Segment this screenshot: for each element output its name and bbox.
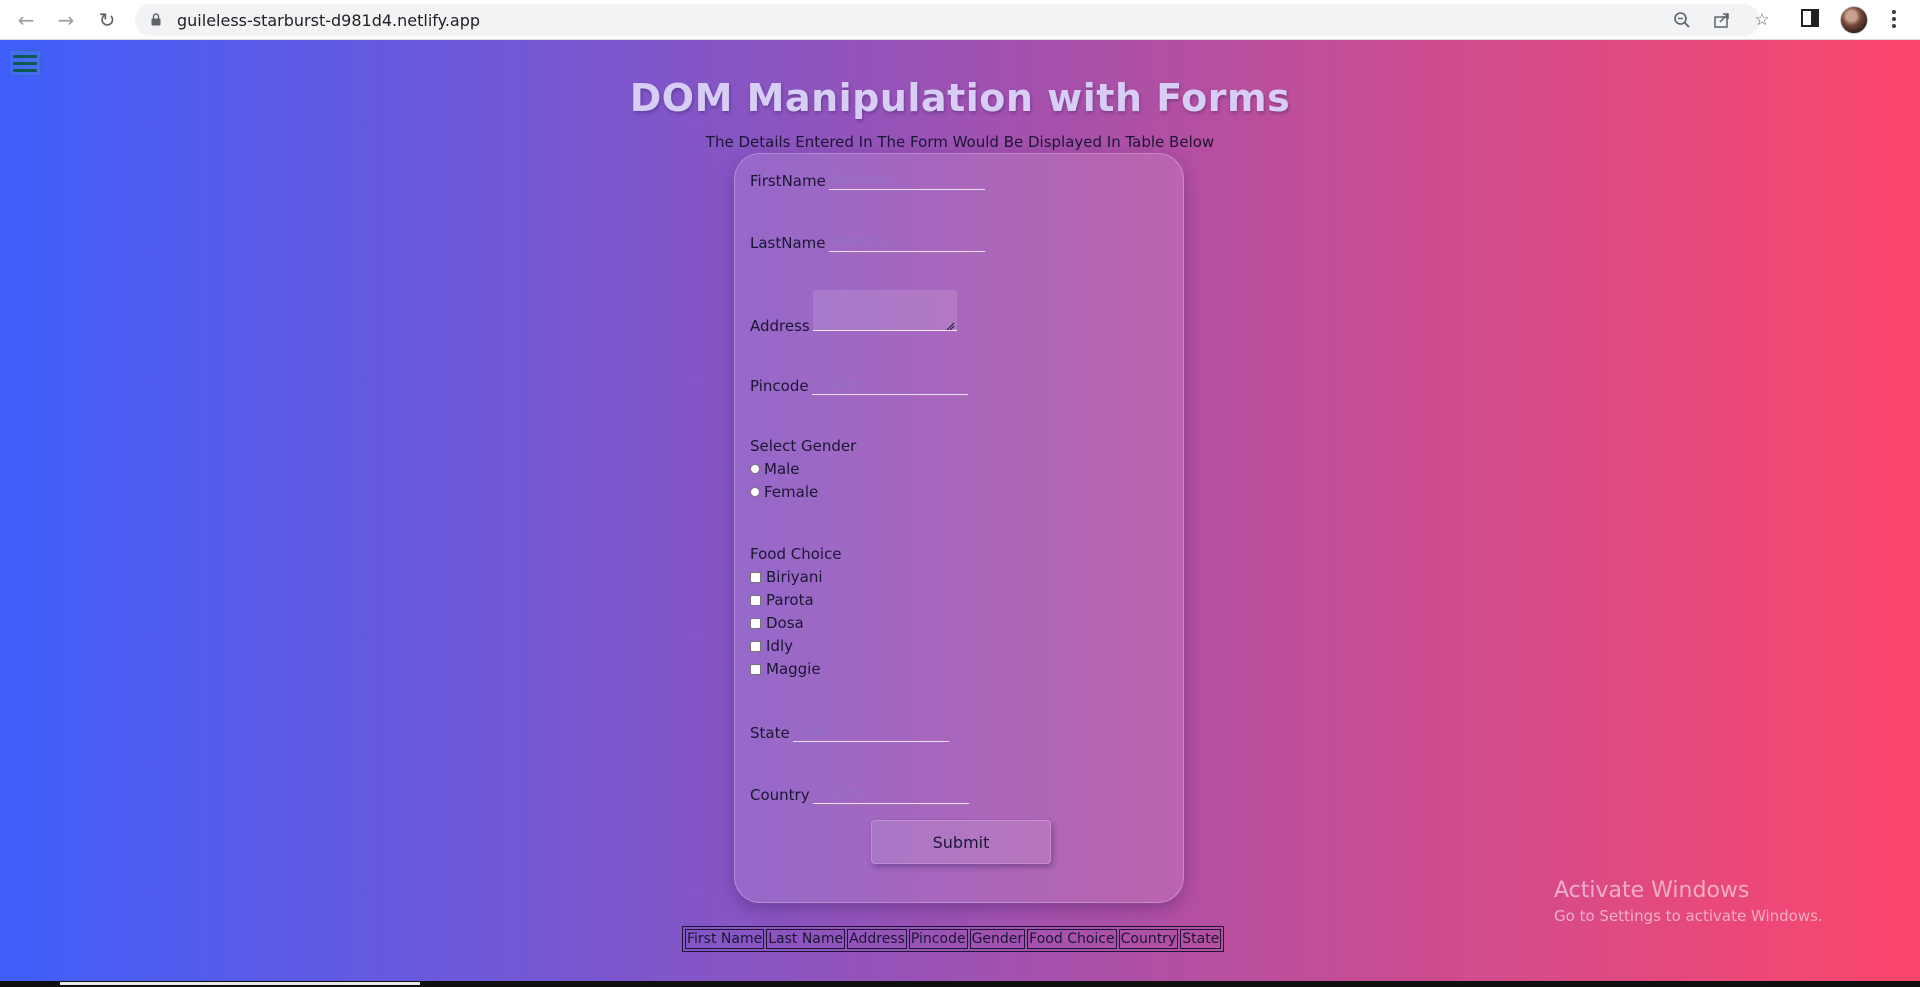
checkbox[interactable] bbox=[750, 571, 761, 583]
lastname-input[interactable] bbox=[828, 231, 985, 252]
resize-grip-icon[interactable] bbox=[946, 322, 955, 331]
watermark-title: Activate Windows bbox=[1554, 878, 1750, 903]
radio-button[interactable] bbox=[750, 464, 760, 474]
address-textarea[interactable] bbox=[812, 290, 957, 331]
food-option-label: Maggie bbox=[766, 660, 821, 678]
address-row: Address bbox=[750, 290, 957, 335]
gender-label: Select Gender bbox=[750, 437, 857, 455]
table-header-cell: Country bbox=[1118, 929, 1179, 949]
checkbox[interactable] bbox=[750, 617, 761, 629]
pincode-label: Pincode bbox=[750, 377, 809, 395]
address-bar[interactable]: guileless-starburst-d981d4.netlify.app ☆ bbox=[135, 4, 1770, 36]
firstname-row: FirstName bbox=[750, 169, 985, 190]
firstname-label: FirstName bbox=[750, 172, 826, 190]
lastname-label: LastName bbox=[750, 234, 826, 252]
state-input[interactable] bbox=[792, 721, 949, 742]
browser-toolbar: ← → ↻ guileless-starburst-d981d4.netlify… bbox=[0, 0, 1920, 40]
lastname-row: LastName bbox=[750, 231, 985, 252]
food-option-label: Dosa bbox=[766, 614, 804, 632]
checkbox[interactable] bbox=[750, 594, 761, 606]
country-label: Country bbox=[750, 786, 810, 804]
side-panel-icon[interactable] bbox=[1801, 9, 1819, 27]
gender-option-label: Male bbox=[764, 460, 800, 478]
gender-option-male[interactable]: Male bbox=[750, 460, 800, 478]
taskbar-active-indicator bbox=[60, 982, 420, 985]
country-row: Country bbox=[750, 783, 969, 804]
browser-menu-icon[interactable] bbox=[1884, 8, 1904, 30]
bookmark-star-icon[interactable]: ☆ bbox=[1752, 10, 1772, 30]
back-arrow-icon[interactable]: ← bbox=[12, 6, 40, 34]
lock-icon bbox=[151, 13, 161, 26]
hamburger-menu-icon[interactable] bbox=[9, 50, 41, 76]
forward-arrow-icon[interactable]: → bbox=[52, 6, 80, 34]
firstname-input[interactable] bbox=[828, 169, 985, 190]
table-header-cell: First Name bbox=[685, 929, 765, 949]
country-input[interactable] bbox=[812, 783, 969, 804]
table-header-cell: Pincode bbox=[908, 929, 968, 949]
food-option-maggie[interactable]: Maggie bbox=[750, 660, 821, 678]
table-header-cell: Food Choice bbox=[1027, 929, 1117, 949]
page-background: DOM Manipulation with Forms The Details … bbox=[0, 40, 1920, 981]
details-form: FirstName LastName Address Pincode Selec… bbox=[734, 153, 1184, 903]
table-header-cell: Address bbox=[847, 929, 907, 949]
state-row: State bbox=[750, 721, 949, 742]
activate-windows-watermark: Activate Windows Go to Settings to activ… bbox=[1554, 878, 1823, 925]
food-choice-label: Food Choice bbox=[750, 545, 842, 563]
pincode-input[interactable] bbox=[811, 374, 968, 395]
watermark-subtitle: Go to Settings to activate Windows. bbox=[1554, 907, 1823, 925]
state-label: State bbox=[750, 724, 790, 742]
gender-option-female[interactable]: Female bbox=[750, 483, 818, 501]
page-subtitle: The Details Entered In The Form Would Be… bbox=[705, 133, 1215, 151]
page-title: DOM Manipulation with Forms bbox=[629, 76, 1291, 120]
zoom-icon[interactable] bbox=[1672, 10, 1692, 30]
table-header-cell: Gender bbox=[969, 929, 1026, 949]
radio-button[interactable] bbox=[750, 487, 760, 497]
checkbox[interactable] bbox=[750, 640, 761, 652]
table-header-cell: Last Name bbox=[766, 929, 846, 949]
food-option-biriyani[interactable]: Biriyani bbox=[750, 568, 823, 586]
pincode-row: Pincode bbox=[750, 374, 968, 395]
address-label: Address bbox=[750, 317, 810, 335]
checkbox[interactable] bbox=[750, 663, 761, 675]
profile-avatar[interactable] bbox=[1840, 6, 1868, 34]
table-header-row: First Name Last Name Address Pincode Gen… bbox=[685, 929, 1222, 949]
food-option-dosa[interactable]: Dosa bbox=[750, 614, 804, 632]
taskbar bbox=[0, 981, 1920, 987]
url-text: guileless-starburst-d981d4.netlify.app bbox=[177, 11, 481, 30]
reload-icon[interactable]: ↻ bbox=[93, 6, 121, 34]
table-header-cell: State bbox=[1180, 929, 1222, 949]
food-option-parota[interactable]: Parota bbox=[750, 591, 814, 609]
results-table: First Name Last Name Address Pincode Gen… bbox=[682, 926, 1225, 952]
food-option-idly[interactable]: Idly bbox=[750, 637, 793, 655]
submit-button[interactable]: Submit bbox=[871, 820, 1051, 864]
food-option-label: Parota bbox=[766, 591, 814, 609]
share-icon[interactable] bbox=[1712, 10, 1732, 30]
food-option-label: Idly bbox=[766, 637, 793, 655]
food-option-label: Biriyani bbox=[766, 568, 823, 586]
gender-option-label: Female bbox=[764, 483, 819, 501]
